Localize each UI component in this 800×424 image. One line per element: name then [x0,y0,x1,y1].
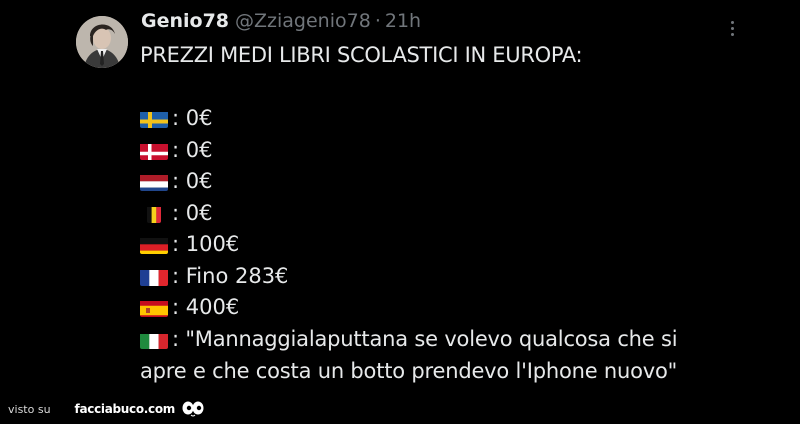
more-options-icon[interactable] [722,12,742,40]
quote-text-line1: : "Mannaggialaputtana se volevo qualcosa… [172,327,678,352]
price-row: : 0€ [140,166,740,198]
price-text: : 0€ [172,106,213,130]
spain-flag-icon [140,298,168,318]
user-handle[interactable]: @Zziagenio78 [235,10,371,32]
user-avatar[interactable] [76,16,128,68]
facciabuco-brand[interactable]: facciabuco.com [75,402,176,416]
denmark-flag-icon [140,141,168,160]
quote-row: : "Mannaggialaputtana se volevo qualcosa… [140,324,740,356]
tweet-headline: PREZZI MEDI LIBRI SCOLASTICI IN EUROPA: [140,43,583,67]
price-text: : 100€ [172,232,240,256]
price-text: : 0€ [172,200,213,225]
price-row: : 0€ [140,135,740,167]
meta-separator: · [374,10,381,32]
price-text: : 400€ [172,295,240,319]
display-name[interactable]: Genio78 [141,10,229,32]
visto-su-label: visto su [8,402,51,416]
france-flag-icon [140,267,168,286]
eyes-logo-icon [181,400,205,418]
tweet-header: Genio78 @Zziagenio78 · 21h [141,10,421,38]
italy-flag-icon [140,330,168,349]
price-row: : 0€ [140,198,740,230]
price-row: : Fino 283€ [140,261,740,293]
tweet-body: PREZZI MEDI LIBRI SCOLASTICI IN EUROPA: … [140,40,740,387]
sweden-flag-icon [140,109,168,129]
tweet-card: Genio78 @Zziagenio78 · 21h PREZZI MEDI L… [0,0,800,424]
price-row: : 100€ [140,229,740,261]
price-text: : 0€ [172,137,213,162]
price-row: : 400€ [140,292,740,324]
netherlands-flag-icon [140,172,168,192]
belgium-flag-icon [147,204,161,223]
watermark: visto su facciabuco.com [8,398,205,420]
tweet-timestamp[interactable]: 21h [385,10,421,32]
price-text: : 0€ [172,169,213,193]
germany-flag-icon [140,235,168,255]
price-text: : Fino 283€ [172,263,289,288]
price-row: : 0€ [140,103,740,135]
quote-text-line2: apre e che costa un botto prendevo l'Iph… [140,359,678,383]
